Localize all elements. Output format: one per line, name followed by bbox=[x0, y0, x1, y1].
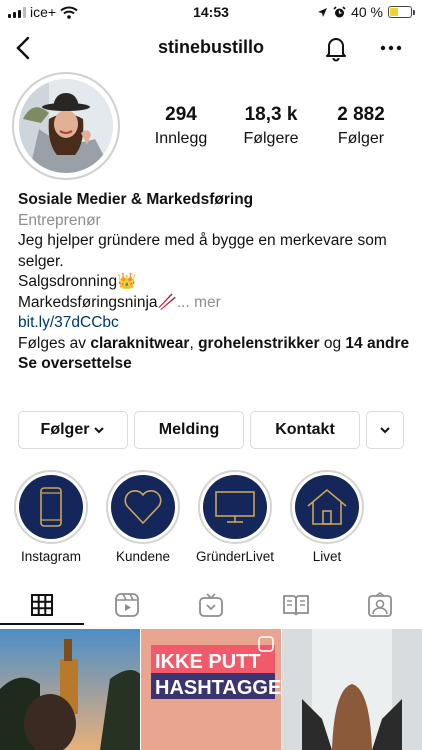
grid-icon bbox=[31, 594, 53, 616]
suggested-accounts-button[interactable] bbox=[366, 411, 404, 449]
stat-value: 2 882 bbox=[337, 104, 385, 125]
stat-label: Innlegg bbox=[154, 130, 208, 147]
followed-by[interactable]: Følges av claraknitwear, grohelenstrikke… bbox=[18, 334, 410, 355]
highlight-cover bbox=[19, 475, 83, 539]
highlight-label: Kundene bbox=[115, 549, 171, 564]
highlight-grunderlivet[interactable]: GründerLivet bbox=[196, 470, 274, 564]
highlight-livet[interactable]: Livet bbox=[288, 470, 366, 564]
followers-count[interactable]: 18,3 k Følgere bbox=[226, 104, 316, 148]
tab-grid[interactable] bbox=[27, 591, 57, 619]
chevron-down-icon bbox=[380, 427, 390, 434]
bio-link[interactable]: bit.ly/37dCCbc bbox=[18, 313, 410, 334]
grid-post-1[interactable] bbox=[0, 629, 140, 750]
heart-icon bbox=[124, 490, 162, 524]
profile-username: stinebustillo bbox=[157, 37, 264, 57]
highlight-label: GründerLivet bbox=[195, 549, 275, 564]
highlight-ring bbox=[14, 470, 88, 544]
bio-line: Jeg hjelper gründere med å bygge en merk… bbox=[18, 232, 387, 270]
highlight-cover bbox=[295, 475, 359, 539]
following-button[interactable]: Følger bbox=[18, 411, 128, 449]
highlight-cover bbox=[111, 475, 175, 539]
contact-button[interactable]: Kontakt bbox=[250, 411, 360, 449]
message-button[interactable]: Melding bbox=[134, 411, 244, 449]
phone-icon bbox=[40, 487, 62, 527]
tab-igtv[interactable] bbox=[196, 591, 226, 619]
bio-more-link[interactable]: ... mer bbox=[177, 294, 221, 311]
igtv-icon bbox=[199, 593, 223, 617]
post-image bbox=[0, 629, 140, 750]
category-label: Entreprenør bbox=[18, 211, 101, 229]
grid-post-3[interactable] bbox=[282, 629, 422, 750]
avatar bbox=[19, 79, 113, 173]
profile-tabs bbox=[0, 585, 422, 625]
followed-sep: , bbox=[189, 334, 199, 352]
highlight-label: Livet bbox=[312, 549, 342, 564]
display-name: Sosiale Medier & Markedsføring bbox=[18, 191, 254, 208]
following-count[interactable]: 2 882 Følger bbox=[316, 104, 406, 148]
battery-percent: 40 % bbox=[351, 4, 383, 20]
more-icon[interactable] bbox=[378, 34, 404, 62]
followed-others: 14 andre bbox=[345, 334, 410, 352]
followed-and: og bbox=[319, 334, 346, 352]
avatar-photo bbox=[19, 79, 113, 173]
bio-line: Markedsføringsninja🥢 bbox=[18, 293, 177, 311]
following-button-label: Følger bbox=[40, 421, 90, 438]
followed-by-prefix: Følges av bbox=[18, 334, 91, 352]
status-right: 40 % bbox=[317, 4, 415, 20]
followed-user: grohelenstrikker bbox=[198, 334, 320, 352]
stat-label: Følger bbox=[337, 130, 385, 147]
see-translation-link[interactable]: Se oversettelse bbox=[18, 355, 132, 372]
tab-tagged[interactable] bbox=[365, 591, 395, 619]
profile-avatar[interactable] bbox=[12, 72, 120, 180]
bio-line: Salgsdronning👑 bbox=[18, 273, 137, 290]
highlight-ring bbox=[106, 470, 180, 544]
stat-label: Følgere bbox=[243, 130, 299, 147]
chevron-down-icon bbox=[94, 427, 105, 434]
guides-icon bbox=[283, 595, 309, 616]
tab-reels[interactable] bbox=[112, 591, 142, 619]
highlight-ring bbox=[290, 470, 364, 544]
alarm-icon bbox=[333, 5, 346, 17]
tagged-icon bbox=[368, 592, 392, 617]
post-text: IKKE PUTT HASHTAGGER bbox=[155, 649, 281, 701]
grid-post-2[interactable]: IKKE PUTT HASHTAGGER bbox=[141, 629, 281, 750]
posts-count[interactable]: 294 Innlegg bbox=[136, 104, 226, 148]
bell-icon[interactable] bbox=[322, 34, 350, 62]
status-bar: ice+ 14:53 40 % bbox=[0, 0, 422, 24]
house-icon bbox=[307, 488, 347, 525]
stat-value: 18,3 k bbox=[244, 104, 298, 125]
followed-user: claraknitwear bbox=[90, 334, 190, 352]
contact-button-label: Kontakt bbox=[275, 421, 335, 438]
monitor-icon bbox=[215, 491, 255, 523]
message-button-label: Melding bbox=[158, 421, 220, 438]
reels-icon bbox=[115, 593, 139, 617]
tab-guides[interactable] bbox=[281, 591, 311, 619]
post-text-line: HASHTAGGER bbox=[155, 677, 281, 699]
highlight-instagram[interactable]: Instagram bbox=[12, 470, 90, 564]
highlight-label: Instagram bbox=[20, 549, 82, 564]
highlight-ring bbox=[198, 470, 272, 544]
active-tab-indicator bbox=[0, 623, 84, 625]
profile-nav-bar: stinebustillo bbox=[0, 26, 422, 70]
battery-icon bbox=[388, 6, 415, 18]
highlight-kundene[interactable]: Kundene bbox=[104, 470, 182, 564]
highlight-cover bbox=[203, 475, 267, 539]
post-text-line: IKKE PUTT bbox=[155, 651, 261, 673]
post-image bbox=[282, 629, 422, 750]
location-arrow-icon bbox=[318, 7, 328, 17]
profile-bio: Sosiale Medier & Markedsføring Entrepren… bbox=[18, 190, 410, 375]
stat-value: 294 bbox=[165, 104, 197, 125]
